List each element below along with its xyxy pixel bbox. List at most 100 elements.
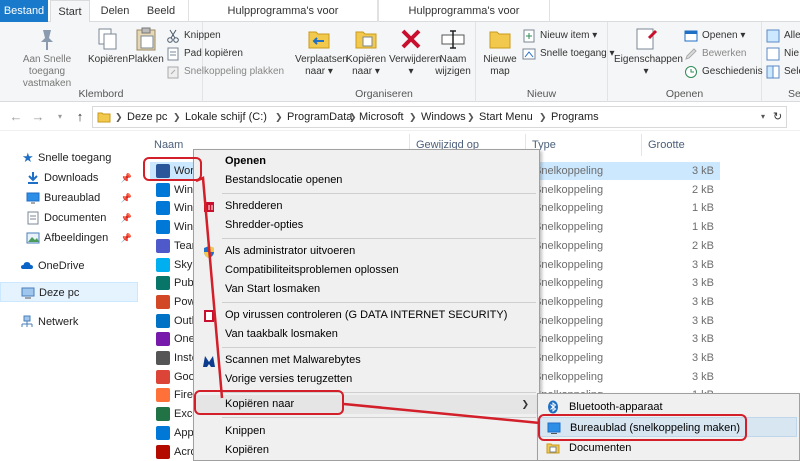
up-button[interactable]: ↑: [72, 109, 88, 125]
shortcut-icon: [156, 220, 170, 235]
rename-label: Naam wijzigen: [435, 54, 471, 77]
file-size: 3 kB: [691, 295, 714, 308]
copy-to-button[interactable]: Kopiëren naar ▾: [345, 26, 387, 78]
menu-restore-versions[interactable]: Vorige versies terugzetten: [196, 370, 537, 389]
group-organize: Verplaatsen naar ▾ Kopiëren naar ▾ Verwi…: [293, 22, 476, 102]
paste-button[interactable]: Plakken: [128, 26, 164, 66]
group-new: Nieuwe map Nieuw item ▾ Snelle toegang ▾…: [476, 22, 615, 102]
group-open: Eigenschappen ▾ Openen ▾ Bewerken Geschi…: [608, 22, 763, 102]
forward-button[interactable]: →: [30, 109, 46, 125]
nav-quick-access[interactable]: ★ Snelle toegang: [0, 148, 136, 168]
copy-path-button[interactable]: Pad kopiëren: [166, 46, 243, 62]
pin-icon[interactable]: 📌: [121, 208, 132, 228]
move-to-button[interactable]: Verplaatsen naar ▾: [295, 26, 348, 78]
menu-shred-options-label: Shredder-opties: [225, 219, 304, 231]
edit-button[interactable]: Bewerken: [684, 46, 746, 62]
new-item-button[interactable]: Nieuw item ▾: [522, 28, 597, 44]
gdata-icon: [204, 310, 214, 322]
column-type[interactable]: Type: [526, 134, 642, 156]
address-bar[interactable]: ❯ Deze pc ❯ Lokale schijf (C:) ❯ Program…: [92, 106, 787, 128]
submenu-bluetooth[interactable]: Bluetooth-apparaat: [540, 397, 797, 417]
breadcrumb-programdata[interactable]: ProgramData: [287, 107, 352, 127]
easy-access-label: Snelle toegang ▾: [540, 48, 615, 59]
tab-share[interactable]: Delen: [92, 0, 138, 22]
tab-view[interactable]: Beeld: [138, 0, 184, 22]
delete-button[interactable]: Verwijderen ▾: [389, 26, 441, 78]
nav-onedrive[interactable]: OneDrive: [0, 256, 136, 276]
paste-shortcut-icon: [167, 66, 179, 79]
menu-shred-options[interactable]: Shredder-opties: [196, 216, 537, 235]
tab-app-tools[interactable]: Hulpprogramma's voor toepassingen: [378, 0, 550, 39]
breadcrumb-microsoft[interactable]: Microsoft: [359, 107, 404, 127]
easy-access-button[interactable]: Snelle toegang ▾: [522, 46, 615, 62]
nav-network[interactable]: Netwerk: [0, 312, 136, 332]
new-folder-icon: [489, 31, 511, 49]
history-label: Geschiedenis: [702, 66, 763, 77]
menu-open-file-location[interactable]: Bestandslocatie openen: [196, 171, 537, 190]
chevron-down-icon[interactable]: ▾: [761, 107, 765, 127]
move-to-label: Verplaatsen naar ▾: [295, 54, 348, 77]
forward-arrow-icon: →: [31, 109, 45, 124]
menu-copy[interactable]: Kopiëren: [196, 441, 537, 460]
submenu-desktop-shortcut[interactable]: Bureaublad (snelkoppeling maken): [540, 417, 797, 437]
breadcrumb-this-pc[interactable]: Deze pc: [127, 107, 167, 127]
pin-icon[interactable]: 📌: [121, 188, 132, 208]
new-group-label: Nieuw: [526, 88, 557, 100]
breadcrumb-start-menu[interactable]: Start Menu: [479, 107, 533, 127]
pin-icon[interactable]: 📌: [121, 168, 132, 188]
tab-start[interactable]: Start: [50, 0, 90, 23]
menu-virus-scan[interactable]: Op virussen controleren (G DATA INTERNET…: [196, 306, 537, 325]
menu-troubleshoot-compat[interactable]: Compatibiliteitsproblemen oplossen: [196, 261, 537, 280]
edit-label: Bewerken: [702, 48, 747, 59]
column-size[interactable]: Grootte: [642, 134, 722, 156]
submenu-documents[interactable]: Documenten: [540, 438, 797, 458]
menu-cut[interactable]: Knippen: [196, 422, 537, 441]
shield-icon: [204, 246, 214, 258]
menu-open-label: Openen: [225, 155, 266, 167]
malwarebytes-icon: [203, 356, 215, 367]
refresh-icon[interactable]: ↻: [773, 107, 782, 127]
shortcut-icon: [156, 257, 170, 272]
breadcrumb-local-disk[interactable]: Lokale schijf (C:): [185, 107, 267, 127]
menu-malwarebytes[interactable]: Scannen met Malwarebytes: [196, 351, 537, 370]
file-size: 2 kB: [691, 183, 714, 196]
copy-button[interactable]: Kopiëren: [88, 26, 128, 66]
nav-pictures[interactable]: Afbeeldingen 📌: [0, 228, 136, 248]
menu-open[interactable]: Openen: [196, 152, 537, 171]
recent-locations-button[interactable]: ▾: [52, 109, 68, 125]
invert-selection-button[interactable]: Sele: [766, 64, 800, 80]
copy-to-label: Kopiëren naar ▾: [345, 54, 387, 77]
tab-shortcut-tools[interactable]: Hulpprogramma's voor snelkoppelingen: [188, 0, 378, 39]
select-none-button[interactable]: Nie: [766, 46, 799, 62]
file-type: Snelkoppeling: [534, 221, 604, 234]
properties-button[interactable]: Eigenschappen ▾: [614, 26, 683, 78]
menu-unpin-start[interactable]: Van Start losmaken: [196, 280, 537, 299]
paste-shortcut-button[interactable]: Snelkoppeling plakken: [166, 64, 284, 80]
file-size: 1 kB: [691, 202, 714, 215]
nav-desktop[interactable]: Bureaublad 📌: [0, 188, 136, 208]
open-button[interactable]: Openen ▾: [684, 28, 745, 44]
submenu-desktop-shortcut-label: Bureaublad (snelkoppeling maken): [570, 422, 740, 434]
cut-button[interactable]: Knippen: [166, 28, 221, 44]
menu-copy-to[interactable]: Kopiëren naar ❯: [196, 395, 537, 414]
breadcrumb-programs[interactable]: Programs: [551, 107, 599, 127]
rename-button[interactable]: Naam wijzigen: [433, 26, 473, 78]
file-size: 3 kB: [691, 277, 714, 290]
menu-run-as-admin[interactable]: Als administrator uitvoeren: [196, 242, 537, 261]
copy-to-submenu: Bluetooth-apparaat Bureaublad (snelkoppe…: [537, 393, 800, 461]
invert-selection-icon: [766, 65, 780, 79]
breadcrumb-windows[interactable]: Windows: [421, 107, 466, 127]
history-button[interactable]: Geschiedenis: [684, 64, 763, 80]
back-button[interactable]: ←: [8, 109, 24, 125]
ribbon: Aan Snelle toegang vastmaken Kopiëren Pl…: [0, 22, 800, 102]
tab-file[interactable]: Bestand: [0, 0, 48, 22]
new-folder-button[interactable]: Nieuwe map: [480, 26, 520, 78]
nav-downloads[interactable]: Downloads 📌: [0, 168, 136, 188]
pin-quick-access-button[interactable]: Aan Snelle toegang vastmaken: [4, 26, 90, 90]
nav-this-pc[interactable]: Deze pc: [0, 282, 138, 302]
nav-documents[interactable]: Documenten 📌: [0, 208, 136, 228]
select-all-button[interactable]: Alles: [766, 28, 800, 44]
menu-unpin-taskbar[interactable]: Van taakbalk losmaken: [196, 325, 537, 344]
pin-icon[interactable]: 📌: [121, 228, 132, 248]
menu-shred[interactable]: Shredderen: [196, 197, 537, 216]
